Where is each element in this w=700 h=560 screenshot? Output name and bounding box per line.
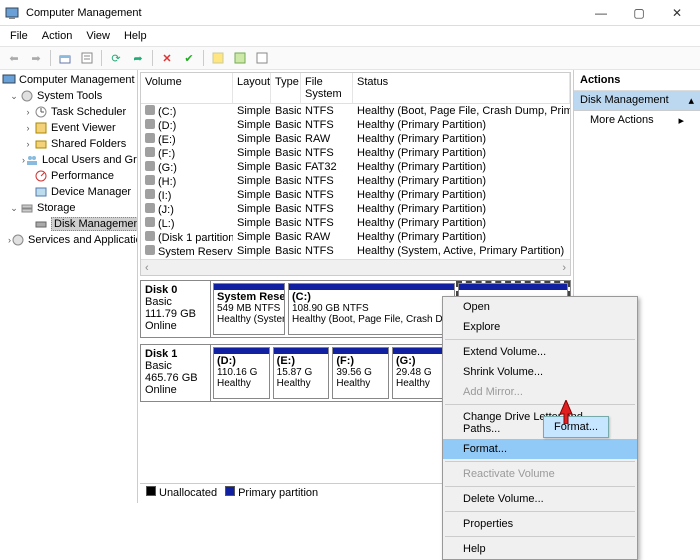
actions-disk-management[interactable]: Disk Management▴ <box>574 91 700 111</box>
tree-performance[interactable]: Performance <box>51 170 114 182</box>
tree-disk-management[interactable]: Disk Management <box>51 217 138 231</box>
computer-icon <box>2 73 16 87</box>
menu-help[interactable]: Help <box>118 28 153 44</box>
volume-row[interactable]: (G:)SimpleBasicFAT32Healthy (Primary Par… <box>141 160 570 174</box>
volume-row[interactable]: (L:)SimpleBasicNTFSHealthy (Primary Part… <box>141 216 570 230</box>
col-volume[interactable]: Volume <box>141 73 233 103</box>
tooltip: Format... <box>543 416 609 438</box>
volume-row[interactable]: (C:)SimpleBasicNTFSHealthy (Boot, Page F… <box>141 104 570 118</box>
event-icon <box>34 121 48 135</box>
ctx-delete[interactable]: Delete Volume... <box>443 489 637 509</box>
menu-view[interactable]: View <box>80 28 116 44</box>
check-button[interactable]: ✔ <box>179 48 199 68</box>
tree-root[interactable]: Computer Management (Local <box>19 74 138 86</box>
tree-device-manager[interactable]: Device Manager <box>51 186 131 198</box>
legend-unallocated-swatch <box>146 486 156 496</box>
tree-task-scheduler[interactable]: Task Scheduler <box>51 106 126 118</box>
action-button[interactable] <box>230 48 250 68</box>
ctx-reactivate: Reactivate Volume <box>443 464 637 484</box>
ctx-add-mirror: Add Mirror... <box>443 382 637 402</box>
up-button[interactable] <box>55 48 75 68</box>
chevron-up-icon: ▴ <box>688 94 694 107</box>
title-bar: Computer Management — ▢ ✕ <box>0 0 700 26</box>
delete-button[interactable]: ✕ <box>157 48 177 68</box>
legend-primary-swatch <box>225 486 235 496</box>
chevron-right-icon: ▸ <box>678 114 684 127</box>
volume-row[interactable]: (H:)SimpleBasicNTFSHealthy (Primary Part… <box>141 174 570 188</box>
users-icon <box>25 153 39 167</box>
partition[interactable]: (E:)15.87 GHealthy <box>273 347 330 399</box>
volume-row[interactable]: (Disk 1 partition 2)SimpleBasicRAWHealth… <box>141 230 570 244</box>
disk-info[interactable]: Disk 1Basic465.76 GBOnline <box>141 345 211 401</box>
device-icon <box>34 185 48 199</box>
col-filesystem[interactable]: File System <box>301 73 353 103</box>
export-button[interactable]: ➦ <box>128 48 148 68</box>
partition[interactable]: (C:)108.90 GB NTFSHealthy (Boot, Page Fi… <box>288 283 455 335</box>
scheduler-icon <box>34 105 48 119</box>
ctx-explore[interactable]: Explore <box>443 317 637 337</box>
col-layout[interactable]: Layout <box>233 73 271 103</box>
chevron-down-icon[interactable]: ⌄ <box>8 203 20 214</box>
col-type[interactable]: Type <box>271 73 301 103</box>
toolbar: ⬅ ➡ ⟳ ➦ ✕ ✔ <box>0 46 700 70</box>
ctx-extend[interactable]: Extend Volume... <box>443 342 637 362</box>
volume-row[interactable]: (J:)SimpleBasicNTFSHealthy (Primary Part… <box>141 202 570 216</box>
volume-row[interactable]: System Reserved (K:)SimpleBasicNTFSHealt… <box>141 244 570 258</box>
performance-icon <box>34 169 48 183</box>
tree-shared-folders[interactable]: Shared Folders <box>51 138 126 150</box>
list-button[interactable] <box>252 48 272 68</box>
tree-event-viewer[interactable]: Event Viewer <box>51 122 116 134</box>
chevron-right-icon[interactable]: › <box>22 139 34 149</box>
ctx-help[interactable]: Help <box>443 539 637 559</box>
ctx-shrink[interactable]: Shrink Volume... <box>443 362 637 382</box>
actions-header: Actions <box>574 70 700 91</box>
col-status[interactable]: Status <box>353 73 570 103</box>
chevron-right-icon[interactable]: › <box>22 123 34 133</box>
legend-primary: Primary partition <box>238 487 318 499</box>
volume-list[interactable]: Volume Layout Type File System Status (C… <box>140 72 571 276</box>
window-title: Computer Management <box>26 7 582 19</box>
help-button[interactable] <box>208 48 228 68</box>
volume-row[interactable]: (I:)SimpleBasicNTFSHealthy (Primary Part… <box>141 188 570 202</box>
actions-more[interactable]: More Actions▸ <box>574 111 700 130</box>
chevron-right-icon[interactable]: › <box>22 107 34 117</box>
forward-button[interactable]: ➡ <box>26 48 46 68</box>
minimize-button[interactable]: — <box>582 2 620 24</box>
disk-info[interactable]: Disk 0Basic111.79 GBOnline <box>141 281 211 337</box>
volume-row[interactable]: (E:)SimpleBasicRAWHealthy (Primary Parti… <box>141 132 570 146</box>
chevron-down-icon[interactable]: ⌄ <box>8 91 20 102</box>
tree-local-users[interactable]: Local Users and Groups <box>42 154 138 166</box>
partition[interactable]: System Reserve549 MB NTFSHealthy (System… <box>213 283 285 335</box>
volume-row[interactable]: (D:)SimpleBasicNTFSHealthy (Primary Part… <box>141 118 570 132</box>
services-icon <box>11 233 25 247</box>
tree-services[interactable]: Services and Applications <box>28 234 138 246</box>
ctx-format[interactable]: Format... <box>443 439 637 459</box>
menu-bar: File Action View Help <box>0 26 700 46</box>
tools-icon <box>20 89 34 103</box>
partition[interactable]: (G:)29.48 GHealthy <box>392 347 449 399</box>
close-button[interactable]: ✕ <box>658 2 696 24</box>
legend-unallocated: Unallocated <box>159 487 217 499</box>
tree-storage[interactable]: Storage <box>37 202 76 214</box>
ctx-properties[interactable]: Properties <box>443 514 637 534</box>
volume-list-header[interactable]: Volume Layout Type File System Status <box>141 73 570 104</box>
horizontal-scrollbar[interactable]: ‹› <box>141 259 570 275</box>
back-button[interactable]: ⬅ <box>4 48 24 68</box>
tree-system-tools[interactable]: System Tools <box>37 90 102 102</box>
menu-action[interactable]: Action <box>36 28 79 44</box>
menu-file[interactable]: File <box>4 28 34 44</box>
ctx-open[interactable]: Open <box>443 297 637 317</box>
maximize-button[interactable]: ▢ <box>620 2 658 24</box>
disk-icon <box>34 217 48 231</box>
partition[interactable]: (D:)110.16 GHealthy <box>213 347 270 399</box>
properties-button[interactable] <box>77 48 97 68</box>
pointer-arrow-icon <box>556 400 576 424</box>
volume-row[interactable]: (F:)SimpleBasicNTFSHealthy (Primary Part… <box>141 146 570 160</box>
app-icon <box>4 5 20 21</box>
nav-tree[interactable]: Computer Management (Local ⌄ System Tool… <box>0 70 138 503</box>
refresh-button[interactable]: ⟳ <box>106 48 126 68</box>
storage-icon <box>20 201 34 215</box>
folder-icon <box>34 137 48 151</box>
partition[interactable]: (F:)39.56 GHealthy <box>332 347 389 399</box>
